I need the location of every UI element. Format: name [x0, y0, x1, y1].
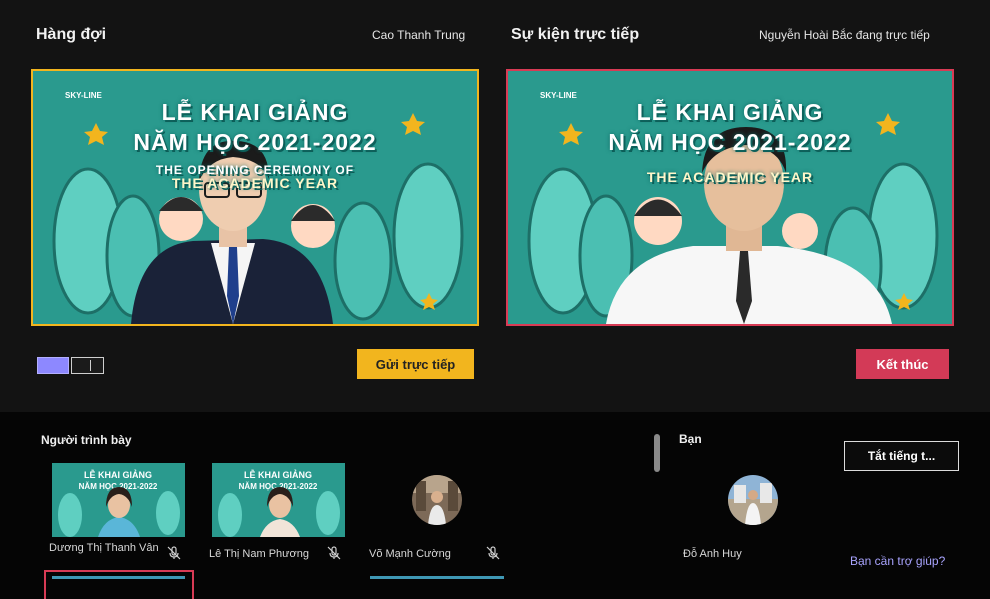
send-live-button[interactable]: Gửi trực tiếp [357, 349, 474, 379]
you-name: Đỗ Anh Huy [683, 548, 742, 560]
svg-text:LỄ KHAI GIẢNG: LỄ KHAI GIẢNG [84, 469, 152, 480]
svg-text:LỄ KHAI GIẢNG: LỄ KHAI GIẢNG [244, 469, 312, 480]
mic-off-icon[interactable] [326, 545, 342, 561]
queue-presenter-name: Cao Thanh Trung [372, 28, 466, 42]
queue-stage-video[interactable]: SKY-LINE LỄ KHAI GIẢNG NĂM HỌC 2021-2022… [31, 69, 479, 326]
avatar[interactable] [728, 475, 778, 525]
banner-line-4: THE ACADEMIC YEAR [171, 175, 339, 191]
mic-off-icon[interactable] [485, 545, 501, 561]
banner-line-4: THE ACADEMIC YEAR [646, 169, 814, 185]
presenter-video: LỄ KHAI GIẢNG NĂM HỌC 2021-2022 [212, 463, 345, 537]
banner-line-2: NĂM HỌC 2021-2022 [608, 129, 852, 155]
selected-presenter-indicator [44, 570, 194, 599]
audio-level-bar [52, 576, 185, 579]
presenter-name: Dương Thị Thanh Vân [49, 542, 159, 554]
avatar-image [728, 475, 778, 525]
banner-line-1: LỄ KHAI GIẢNG [161, 99, 349, 125]
presenter-thumbnail[interactable]: LỄ KHAI GIẢNG NĂM HỌC 2021-2022 [52, 463, 185, 537]
banner-line-1: LỄ KHAI GIẢNG [636, 99, 824, 125]
single-layout-icon[interactable] [37, 357, 69, 374]
live-event-title: Sự kiện trực tiếp [511, 26, 640, 43]
presenter-name: Võ Mạnh Cường [369, 548, 451, 560]
live-stage-video[interactable]: SKY-LINE LỄ KHAI GIẢNG NĂM HỌC 2021-2022… [506, 69, 954, 326]
scrollbar-handle[interactable] [654, 434, 660, 472]
avatar-image [412, 475, 462, 525]
audio-level-bar [370, 576, 504, 579]
presenter-thumbnail[interactable]: LỄ KHAI GIẢNG NĂM HỌC 2021-2022 [212, 463, 345, 537]
mute-all-button[interactable]: Tắt tiếng t... [844, 441, 959, 471]
presenters-title: Người trình bày [41, 433, 132, 447]
live-status-text: Nguyễn Hoài Bắc đang trực tiếp [759, 28, 930, 42]
presenter-video: LỄ KHAI GIẢNG NĂM HỌC 2021-2022 [52, 463, 185, 537]
avatar[interactable] [412, 475, 462, 525]
you-title: Bạn [679, 432, 702, 446]
banner-line-2: NĂM HỌC 2021-2022 [133, 129, 377, 155]
queue-title: Hàng đợi [36, 26, 107, 43]
end-event-button[interactable]: Kết thúc [856, 349, 949, 379]
side-layout-icon[interactable] [71, 357, 104, 374]
help-link[interactable]: Bạn cần trợ giúp? [850, 554, 945, 568]
mic-off-icon[interactable] [166, 545, 182, 561]
presenter-name: Lê Thị Nam Phương [209, 548, 309, 560]
